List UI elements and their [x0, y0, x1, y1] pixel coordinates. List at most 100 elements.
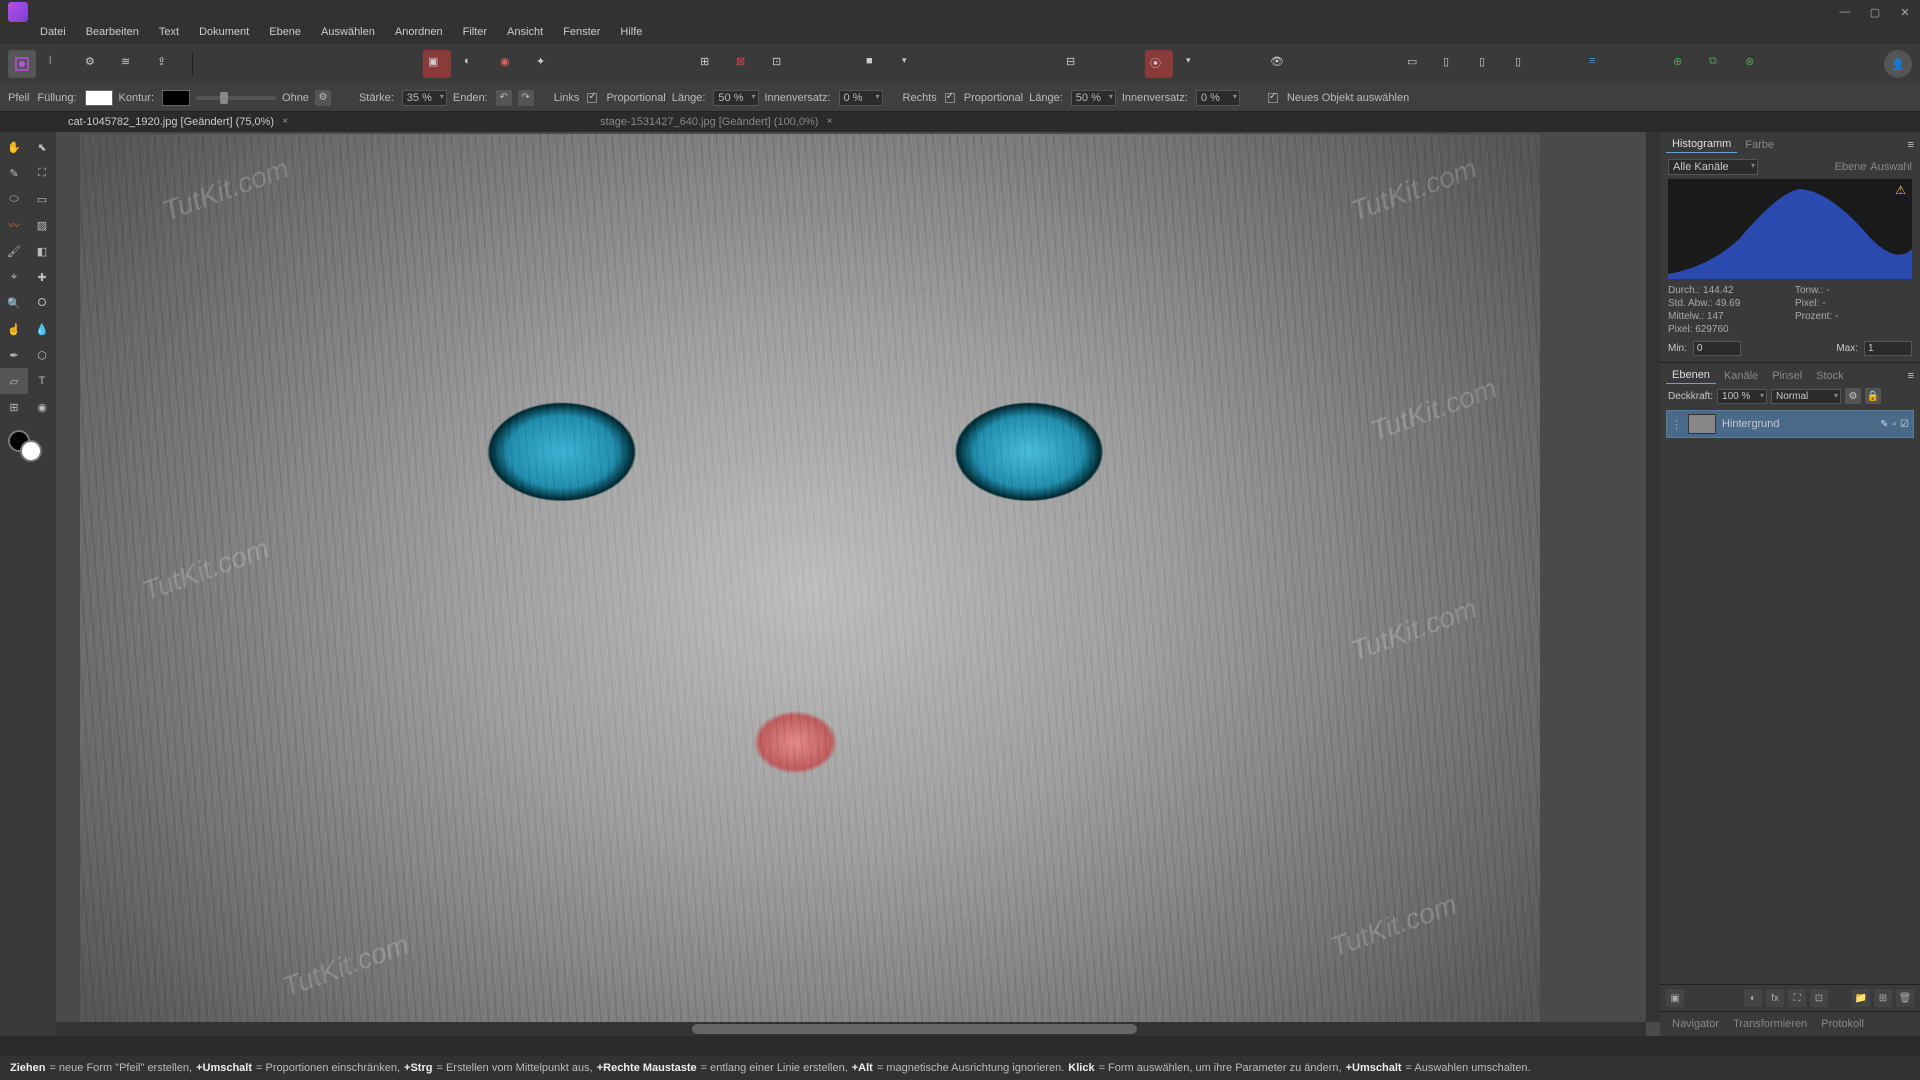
channel-dropdown[interactable]: Alle Kanäle — [1668, 159, 1758, 175]
menu-ebene[interactable]: Ebene — [259, 24, 311, 44]
erase-tool[interactable]: ◧ — [28, 238, 56, 264]
arrange-2-button[interactable]: ▯ — [1438, 50, 1466, 78]
move-tool[interactable]: ⬉ — [28, 134, 56, 160]
clone-tool[interactable]: ⌖ — [0, 264, 28, 290]
opacity-dropdown[interactable]: 100 % — [1717, 389, 1767, 404]
stroke-width-slider[interactable] — [196, 96, 276, 100]
menu-ansicht[interactable]: Ansicht — [497, 24, 553, 44]
snap-all-button[interactable]: ⊡ — [767, 50, 795, 78]
max-input[interactable] — [1864, 341, 1912, 356]
maximize-button[interactable]: ▢ — [1860, 0, 1890, 24]
tab-ebenen[interactable]: Ebenen — [1666, 367, 1716, 384]
color-wheel-button[interactable]: ◉ — [495, 50, 523, 78]
photo-persona-button[interactable] — [8, 50, 36, 78]
layer-edit-icon[interactable]: ✎ — [1880, 419, 1888, 430]
arrange-3-button[interactable]: ▯ — [1474, 50, 1502, 78]
link-button[interactable]: ⊗ — [1740, 50, 1768, 78]
flood-tool[interactable]: ▨ — [28, 212, 56, 238]
align-button[interactable]: ≡ — [1584, 50, 1612, 78]
h-scrollbar[interactable] — [56, 1022, 1646, 1036]
layer-handle-icon[interactable]: ⋮ — [1671, 418, 1682, 431]
color-wells[interactable] — [0, 426, 56, 466]
unknown-button[interactable]: ⊡ — [1810, 989, 1828, 1007]
brush-tool[interactable]: 🖌 — [0, 238, 28, 264]
ebene-toggle[interactable]: Ebene — [1835, 161, 1867, 173]
left-prop-checkbox[interactable] — [587, 93, 597, 103]
quickmask-button[interactable]: ◐ — [459, 50, 487, 78]
right-length-dropdown[interactable]: 50 % — [1071, 90, 1116, 106]
menu-bearbeiten[interactable]: Bearbeiten — [76, 24, 149, 44]
snap-grid-button[interactable]: ⊞ — [695, 50, 723, 78]
duplicate-button[interactable]: ⧉ — [1704, 50, 1732, 78]
newobj-checkbox[interactable] — [1268, 93, 1278, 103]
menu-text[interactable]: Text — [149, 24, 189, 44]
tab-farbe[interactable]: Farbe — [1739, 137, 1780, 153]
stroke-settings-button[interactable]: ⚙ — [315, 90, 331, 106]
fill-swatch[interactable] — [85, 90, 113, 106]
selection-brush-tool[interactable]: ⬭ — [0, 186, 28, 212]
zoom-tool[interactable]: 🔍 — [0, 290, 28, 316]
panel-menu-icon[interactable]: ≡ — [1908, 139, 1914, 151]
develop-persona-button[interactable]: ⚙ — [80, 50, 108, 78]
assets-button[interactable]: ⊟ — [1061, 50, 1089, 78]
tab-kanaele[interactable]: Kanäle — [1718, 368, 1764, 384]
crop-tool[interactable]: ⛶ — [28, 160, 56, 186]
tab-histogram[interactable]: Histogramm — [1666, 136, 1737, 153]
delete-layer-button[interactable]: 🗑 — [1896, 989, 1914, 1007]
tab-navigator[interactable]: Navigator — [1666, 1016, 1725, 1032]
crop-layer-button[interactable]: ⛶ — [1788, 989, 1806, 1007]
swatch-button[interactable]: ■ — [861, 50, 889, 78]
right-prop-checkbox[interactable] — [945, 93, 955, 103]
arrange-4-button[interactable]: ▯ — [1510, 50, 1538, 78]
mesh-tool[interactable]: ⊞ — [0, 394, 28, 420]
liquify-persona-button[interactable]: ⦚ — [44, 50, 72, 78]
close-button[interactable]: ✕ — [1890, 0, 1920, 24]
snapping-dd-button[interactable]: ▾ — [1181, 50, 1209, 78]
snap-off-button[interactable]: ⊠ — [731, 50, 759, 78]
node-tool[interactable]: ⬡ — [28, 342, 56, 368]
arrange-1-button[interactable]: ▭ — [1402, 50, 1430, 78]
add-layer-button[interactable]: ⊕ — [1668, 50, 1696, 78]
end-left-icon[interactable]: ↶ — [496, 90, 512, 106]
right-inset-dropdown[interactable]: 0 % — [1196, 90, 1240, 106]
snapping-button[interactable]: ⦿ — [1145, 50, 1173, 78]
tab-transform[interactable]: Transformieren — [1727, 1016, 1813, 1032]
minimize-button[interactable]: ― — [1830, 0, 1860, 24]
color-picker-tool[interactable]: ✎ — [0, 160, 28, 186]
account-button[interactable]: 👤 — [1884, 50, 1912, 78]
smudge-tool[interactable]: ☝ — [0, 316, 28, 342]
gradient-tool[interactable]: ◉ — [28, 394, 56, 420]
record-button[interactable]: ▣ — [423, 50, 451, 78]
close-tab-2-icon[interactable]: × — [827, 116, 833, 127]
layer-link-icon[interactable]: ▫ — [1892, 419, 1896, 430]
canvas[interactable]: TutKit.com TutKit.com TutKit.com TutKit.… — [80, 134, 1540, 1036]
left-inset-dropdown[interactable]: 0 % — [839, 90, 883, 106]
export-persona-button[interactable]: ⇪ — [152, 50, 180, 78]
tab-pinsel[interactable]: Pinsel — [1766, 368, 1808, 384]
menu-datei[interactable]: Datei — [30, 24, 76, 44]
group-button[interactable]: 📁 — [1852, 989, 1870, 1007]
menu-auswaehlen[interactable]: Auswählen — [311, 24, 385, 44]
auswahl-toggle[interactable]: Auswahl — [1870, 161, 1912, 173]
shape-tool[interactable]: ▱ — [0, 368, 28, 394]
layer-visible-icon[interactable]: ☑ — [1900, 419, 1909, 430]
min-input[interactable] — [1693, 341, 1741, 356]
layer-row-hintergrund[interactable]: ⋮ Hintergrund ✎ ▫ ☑ — [1666, 410, 1914, 438]
fx-add-button[interactable]: fx — [1766, 989, 1784, 1007]
layers-panel-menu-icon[interactable]: ≡ — [1908, 370, 1914, 382]
tone-persona-button[interactable]: ≋ — [116, 50, 144, 78]
menu-filter[interactable]: Filter — [453, 24, 497, 44]
add-pixel-button[interactable]: ⊞ — [1874, 989, 1892, 1007]
heal-tool[interactable]: ✚ — [28, 264, 56, 290]
layer-thumbnail[interactable] — [1688, 414, 1716, 434]
background-color[interactable] — [20, 440, 42, 462]
blend-dropdown[interactable]: Normal — [1771, 389, 1841, 404]
stroke-swatch[interactable] — [162, 90, 190, 106]
dodge-tool[interactable]: ⭘ — [28, 290, 56, 316]
adjust-button[interactable]: ◐ — [1744, 989, 1762, 1007]
pen-tool[interactable]: ✒ — [0, 342, 28, 368]
menu-fenster[interactable]: Fenster — [553, 24, 610, 44]
lock-button[interactable]: 🔒 — [1865, 388, 1881, 404]
text-tool[interactable]: T — [28, 368, 56, 394]
tab-stock[interactable]: Stock — [1810, 368, 1850, 384]
